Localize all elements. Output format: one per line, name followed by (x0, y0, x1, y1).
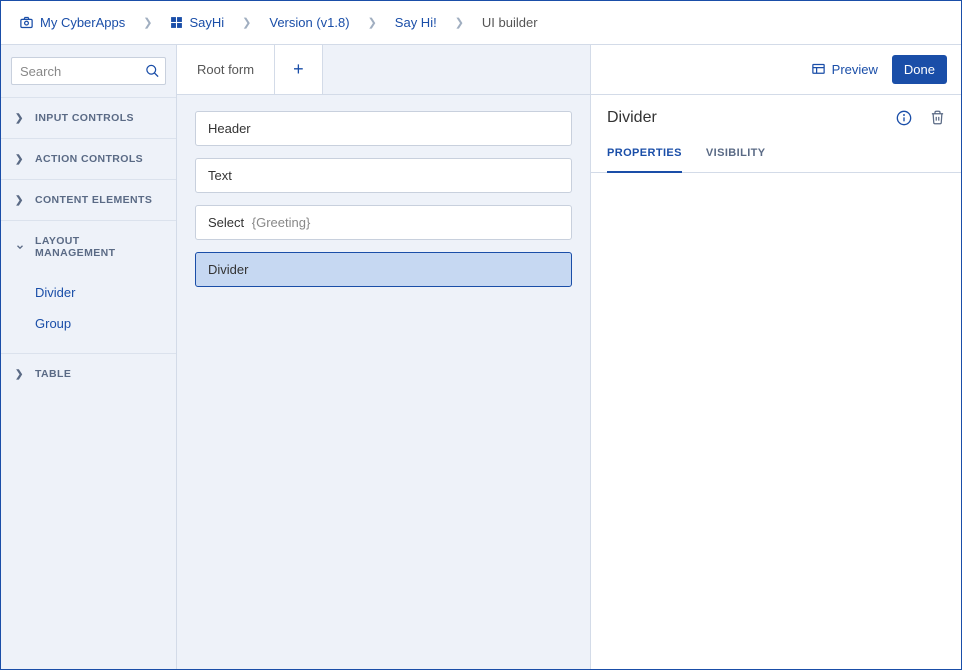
tab-properties[interactable]: PROPERTIES (607, 137, 682, 173)
info-icon[interactable] (896, 110, 912, 126)
control-divider[interactable]: Divider (195, 252, 572, 287)
preview-label: Preview (832, 62, 878, 77)
preview-button[interactable]: Preview (811, 62, 878, 77)
breadcrumb-label: Version (v1.8) (269, 15, 349, 30)
camera-icon (19, 15, 34, 30)
chevron-right-icon: ❯ (15, 195, 25, 206)
control-label: Select (208, 215, 244, 230)
control-header[interactable]: Header (195, 111, 572, 146)
category-label: ACTION CONTROLS (35, 153, 143, 165)
category-input-controls: ❯ INPUT CONTROLS (1, 97, 176, 138)
preview-icon (811, 62, 826, 77)
chevron-down-icon (15, 242, 25, 252)
search-icon[interactable] (145, 64, 160, 79)
sidebar: ❯ INPUT CONTROLS ❯ ACTION CONTROLS ❯ CON… (1, 45, 177, 669)
breadcrumb-version[interactable]: Version (v1.8) (265, 11, 353, 34)
breadcrumb-my-cyberapps[interactable]: My CyberApps (15, 11, 129, 34)
control-select[interactable]: Select {Greeting} (195, 205, 572, 240)
breadcrumb-label: SayHi (189, 15, 224, 30)
category-label: TABLE (35, 368, 71, 380)
breadcrumb-say-hi[interactable]: Say Hi! (391, 11, 441, 34)
breadcrumb-ui-builder: UI builder (478, 11, 542, 34)
breadcrumb: My CyberApps ❯ SayHi ❯ Version (v1.8) ❯ … (1, 1, 961, 45)
form-tabs: Root form + (177, 45, 590, 95)
category-label: INPUT CONTROLS (35, 112, 134, 124)
trash-icon[interactable] (930, 110, 945, 126)
sidebar-item-divider[interactable]: Divider (1, 277, 176, 308)
search-field (11, 57, 166, 85)
panel-header: Divider (591, 95, 961, 137)
category-header[interactable]: LAYOUT MANAGEMENT (1, 221, 176, 273)
breadcrumb-label: My CyberApps (40, 15, 125, 30)
properties-panel: Preview Done Divider PROPERTIES VISIBILI… (591, 45, 961, 669)
breadcrumb-label: UI builder (482, 15, 538, 30)
control-label: Text (208, 168, 232, 183)
control-binding: {Greeting} (252, 215, 311, 230)
category-label: LAYOUT MANAGEMENT (35, 235, 162, 259)
search-input[interactable] (11, 57, 166, 85)
category-header[interactable]: ❯ INPUT CONTROLS (1, 98, 176, 138)
property-tabs: PROPERTIES VISIBILITY (591, 137, 961, 173)
chevron-right-icon: ❯ (445, 16, 474, 29)
chevron-right-icon: ❯ (133, 16, 162, 29)
plus-icon: + (293, 59, 304, 80)
chevron-right-icon: ❯ (15, 154, 25, 165)
done-button[interactable]: Done (892, 55, 947, 84)
form-canvas: Header Text Select {Greeting} Divider (177, 95, 590, 303)
tab-root-form[interactable]: Root form (177, 45, 275, 94)
control-label: Divider (208, 262, 248, 277)
grid-icon (170, 16, 183, 29)
chevron-right-icon: ❯ (15, 113, 25, 124)
chevron-right-icon: ❯ (232, 16, 261, 29)
control-text[interactable]: Text (195, 158, 572, 193)
category-layout-management: LAYOUT MANAGEMENT Divider Group (1, 220, 176, 353)
chevron-right-icon: ❯ (15, 369, 25, 380)
category-content-elements: ❯ CONTENT ELEMENTS (1, 179, 176, 220)
category-label: CONTENT ELEMENTS (35, 194, 152, 206)
category-header[interactable]: ❯ CONTENT ELEMENTS (1, 180, 176, 220)
category-action-controls: ❯ ACTION CONTROLS (1, 138, 176, 179)
sidebar-item-group[interactable]: Group (1, 308, 176, 339)
chevron-right-icon: ❯ (358, 16, 387, 29)
breadcrumb-label: Say Hi! (395, 15, 437, 30)
add-tab-button[interactable]: + (275, 45, 323, 94)
category-header[interactable]: ❯ ACTION CONTROLS (1, 139, 176, 179)
panel-title: Divider (607, 109, 896, 127)
breadcrumb-sayhi[interactable]: SayHi (166, 11, 228, 34)
tab-visibility[interactable]: VISIBILITY (706, 137, 766, 172)
category-header[interactable]: ❯ TABLE (1, 354, 176, 394)
category-table: ❯ TABLE (1, 353, 176, 394)
top-toolbar: Preview Done (591, 45, 961, 95)
form-editor: Root form + Header Text Select {Greeting… (177, 45, 591, 669)
control-label: Header (208, 121, 251, 136)
